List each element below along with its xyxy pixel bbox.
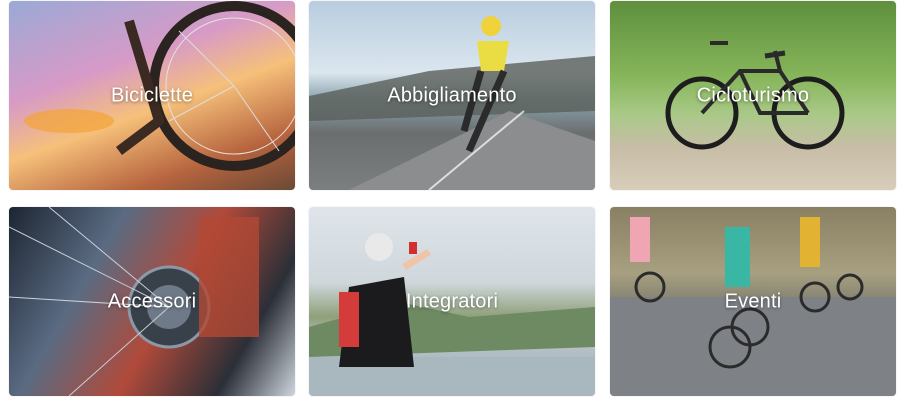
- category-grid: Biciclette Abbigliamento Cicloturismo Ac…: [0, 0, 897, 400]
- category-label: Abbigliamento: [387, 84, 517, 106]
- category-label: Accessori: [107, 290, 197, 312]
- category-label: Integratori: [405, 290, 499, 312]
- category-tile-biciclette[interactable]: Biciclette: [9, 1, 295, 190]
- category-label: Eventi: [724, 290, 782, 312]
- category-tile-accessori[interactable]: Accessori: [9, 207, 295, 396]
- category-tile-eventi[interactable]: Eventi: [610, 207, 896, 396]
- category-label: Biciclette: [110, 84, 194, 106]
- category-tile-cicloturismo[interactable]: Cicloturismo: [610, 1, 896, 190]
- category-tile-integratori[interactable]: Integratori: [309, 207, 595, 396]
- category-tile-abbigliamento[interactable]: Abbigliamento: [309, 1, 595, 190]
- category-label: Cicloturismo: [696, 84, 810, 106]
